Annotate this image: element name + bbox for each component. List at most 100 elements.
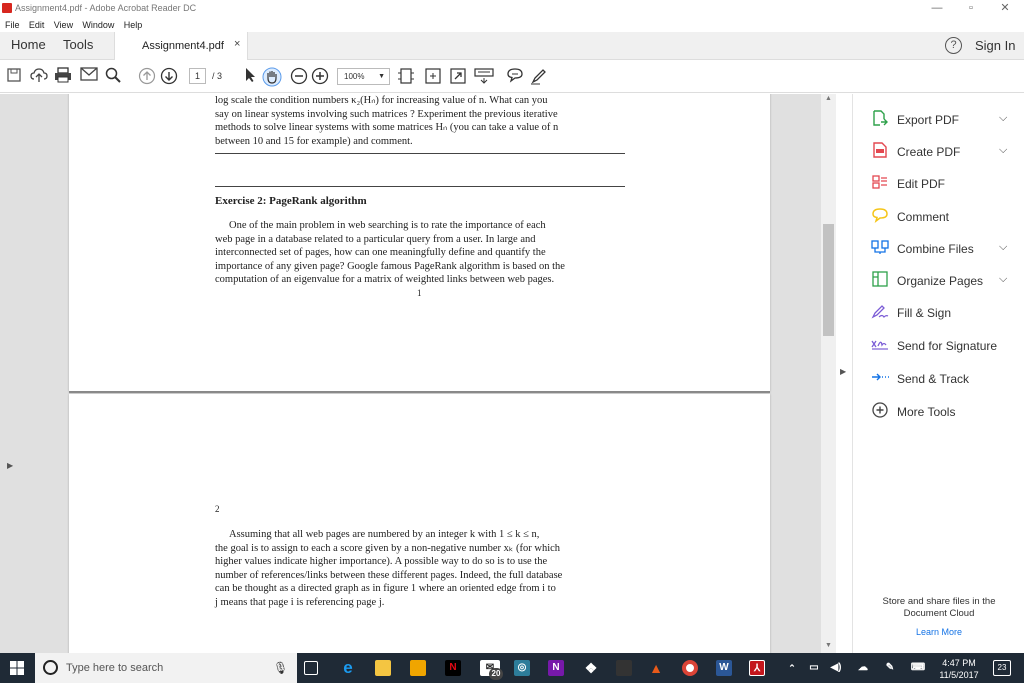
action-center-icon[interactable]: 23 <box>993 660 1011 676</box>
search-icon[interactable] <box>104 67 122 85</box>
chevron-down-icon[interactable]: ⌵ <box>999 144 1007 157</box>
comment-icon[interactable] <box>506 67 524 85</box>
keyboard-icon[interactable]: ⌨ <box>908 660 928 676</box>
save-icon[interactable] <box>5 67 23 85</box>
word-icon[interactable]: W <box>716 660 732 676</box>
full-screen-icon[interactable] <box>449 67 467 85</box>
clock-date: 11/5/2017 <box>939 670 979 680</box>
tool-more-tools[interactable]: More Tools <box>871 402 1021 422</box>
keyboard-icon[interactable] <box>474 67 494 85</box>
system-clock[interactable]: 4:47 PM 11/5/2017 <box>930 657 988 681</box>
help-icon[interactable]: ? <box>945 37 962 54</box>
menu-window[interactable]: Window <box>82 18 114 33</box>
zoom-select[interactable]: 100% ▼ <box>337 68 390 85</box>
tool-organize-pages[interactable]: Organize Pages ⌵ <box>871 271 1021 291</box>
upload-icon[interactable] <box>30 67 48 85</box>
tool-label: Create PDF <box>897 145 961 159</box>
close-tab-icon[interactable]: × <box>234 38 240 50</box>
zoom-in-icon[interactable] <box>311 67 329 85</box>
chevron-down-icon[interactable]: ⌵ <box>999 241 1007 254</box>
tab-document[interactable]: Assignment4.pdf × <box>114 32 248 61</box>
page-down-icon[interactable] <box>160 67 178 85</box>
tool-label: Combine Files <box>897 242 974 256</box>
dropbox-icon[interactable]: ❖ <box>583 660 599 676</box>
learn-more-link[interactable]: Learn More <box>853 627 1024 637</box>
menu-view[interactable]: View <box>54 18 73 33</box>
page-divider <box>69 391 770 393</box>
acrobat-taskbar-icon[interactable]: ⅄ <box>749 660 765 676</box>
scroll-down-icon[interactable]: ▼ <box>825 642 832 649</box>
vertical-scrollbar[interactable]: ▲ ▼ <box>821 94 836 653</box>
tool-fill-sign[interactable]: Fill & Sign <box>871 303 1021 323</box>
horizontal-rule <box>215 186 625 187</box>
page-number-label: 1 <box>417 288 422 298</box>
windows-start-icon[interactable] <box>10 661 24 675</box>
minimize-button[interactable]: — <box>923 0 951 17</box>
chevron-down-icon[interactable]: ⌵ <box>999 112 1007 125</box>
show-hidden-icons-icon[interactable]: ⌃ <box>784 660 800 676</box>
edge-browser-icon[interactable]: e <box>340 659 356 676</box>
task-view-icon[interactable] <box>304 661 318 675</box>
acrobat-app-icon <box>2 3 12 13</box>
hand-tool-icon[interactable] <box>262 67 282 87</box>
title-bar: Assignment4.pdf - Adobe Acrobat Reader D… <box>0 0 1024 17</box>
text-line: Assuming that all web pages are numbered… <box>229 529 540 540</box>
tab-tools[interactable]: Tools <box>63 32 93 59</box>
page-up-icon[interactable] <box>138 67 156 85</box>
file-explorer-icon[interactable] <box>375 660 391 676</box>
chevron-down-icon[interactable]: ⌵ <box>999 273 1007 286</box>
windows-taskbar: Type here to search 🎙 e N ✉ 20 ◎ N ❖ ▲ W… <box>0 653 1024 683</box>
tool-export-pdf[interactable]: Export PDF ⌵ <box>871 110 1021 130</box>
tool-combine-files[interactable]: Combine Files ⌵ <box>871 239 1021 259</box>
media-app-icon[interactable] <box>616 660 632 676</box>
fit-page-icon[interactable] <box>397 67 415 85</box>
edit-pdf-icon <box>871 174 889 192</box>
document-cloud-promo: Store and share files in the Document Cl… <box>853 596 1024 620</box>
menu-help[interactable]: Help <box>124 18 143 33</box>
taskbar-search-box[interactable]: Type here to search 🎙 <box>35 653 297 683</box>
onenote-icon[interactable]: N <box>548 660 564 676</box>
tool-send-for-signature[interactable]: Send for Signature <box>871 336 1021 356</box>
text-line: log scale the condition numbers κ₂(Hₙ) f… <box>215 95 548 106</box>
page2-paragraph: Assuming that all web pages are numbered… <box>215 528 625 609</box>
cortana-icon <box>43 660 58 675</box>
matlab-icon[interactable]: ▲ <box>648 660 664 676</box>
window-title: Assignment4.pdf - Adobe Acrobat Reader D… <box>15 3 197 13</box>
sign-in-button[interactable]: Sign In <box>975 38 1015 53</box>
collapse-left-pane-icon[interactable]: ▶ <box>7 461 13 470</box>
scroll-thumb[interactable] <box>823 224 834 336</box>
close-window-button[interactable]: ✕ <box>991 0 1019 17</box>
zoom-out-icon[interactable] <box>290 67 308 85</box>
email-icon[interactable] <box>80 67 98 85</box>
menu-edit[interactable]: Edit <box>29 18 45 33</box>
tool-comment[interactable]: Comment <box>871 207 1021 227</box>
tool-send-track[interactable]: Send & Track <box>871 369 1021 389</box>
text-line: web page in a database related to a part… <box>215 233 536 245</box>
tool-label: Comment <box>897 210 950 224</box>
chrome-icon[interactable] <box>682 660 698 676</box>
read-mode-icon[interactable] <box>424 67 442 85</box>
sign-icon[interactable] <box>530 67 548 85</box>
collapse-right-pane-icon[interactable]: ▶ <box>840 367 846 376</box>
exercise-title: Exercise 2: PageRank algorithm <box>215 195 367 207</box>
volume-icon[interactable]: ◀) <box>828 660 844 676</box>
tool-create-pdf[interactable]: Create PDF ⌵ <box>871 142 1021 162</box>
onedrive-icon[interactable]: ☁ <box>855 660 871 676</box>
tool-edit-pdf[interactable]: Edit PDF <box>871 174 1021 194</box>
store-icon[interactable] <box>410 660 426 676</box>
microphone-icon[interactable]: 🎙 <box>273 661 288 675</box>
battery-icon[interactable]: ▭ <box>806 660 822 676</box>
netflix-icon[interactable]: N <box>445 660 461 676</box>
page-number-input[interactable]: 1 <box>189 68 206 84</box>
print-icon[interactable] <box>54 67 72 85</box>
pen-workspace-icon[interactable]: ✎ <box>882 660 898 676</box>
scroll-up-icon[interactable]: ▲ <box>825 95 832 102</box>
tab-home[interactable]: Home <box>11 32 46 59</box>
document-viewport[interactable]: log scale the condition numbers κ₂(Hₙ) f… <box>0 94 836 653</box>
select-pointer-icon[interactable] <box>241 67 259 85</box>
menu-file[interactable]: File <box>5 18 20 33</box>
camera-app-icon[interactable]: ◎ <box>514 660 530 676</box>
maximize-button[interactable]: ▫ <box>957 0 985 17</box>
more-tools-icon <box>871 402 889 420</box>
text-line: higher values indicate higher importance… <box>215 556 548 567</box>
